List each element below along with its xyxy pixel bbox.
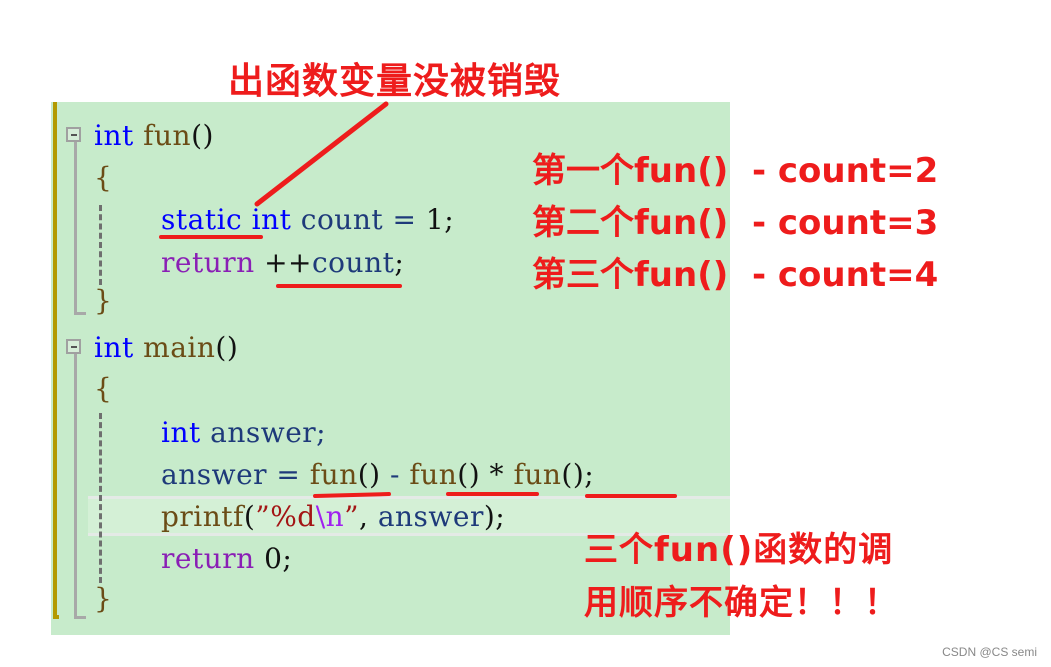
annotation-title: 出函数变量没被销毁 — [228, 61, 562, 102]
annotation-call-note-1: 第一个fun() - count=2 — [532, 151, 939, 191]
annotation-call-note-2: 第二个fun() - count=3 — [532, 203, 939, 243]
pointer-stroke — [254, 101, 389, 207]
annotation-call-note-3: 第三个fun() - count=4 — [532, 255, 939, 295]
annotation-order-note-line1: 三个fun()函数的调 — [584, 530, 894, 570]
annotation-order-note-line2: 用顺序不确定！！！ — [584, 583, 899, 623]
watermark: CSDN @CS semi — [942, 645, 1037, 659]
